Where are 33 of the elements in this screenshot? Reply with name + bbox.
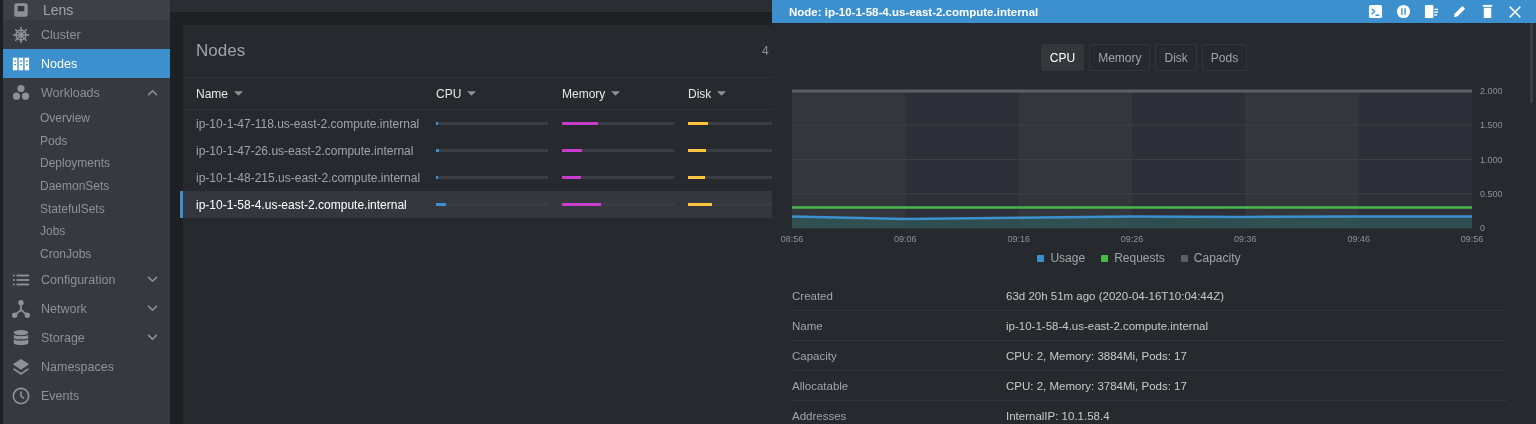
x-axis-label: 08:56 — [780, 234, 804, 244]
x-axis-label: 09:16 — [1007, 234, 1030, 244]
panel-title: Nodes — [196, 41, 247, 61]
y-axis-label: 2.000 — [1480, 86, 1503, 96]
app-logo-text: Lens — [43, 2, 74, 18]
legend-label: Usage — [1050, 251, 1086, 265]
node-name-cell-text: ip-10-1-58-4.us-east-2.compute.internal — [196, 197, 408, 212]
x-axis-label: 09:56 — [1460, 234, 1484, 244]
x-axis-label: 09:36 — [1234, 234, 1257, 244]
item-count: 4 — [762, 44, 769, 58]
detail-value: CPU: 2, Memory: 3784Mi, Pods: 17 — [1006, 379, 1187, 392]
detail-value: CPU: 2, Memory: 3884Mi, Pods: 17 — [1006, 349, 1187, 362]
x-axis-label: 09:26 — [1120, 234, 1144, 244]
detail-label: Created — [792, 289, 834, 302]
detail-value: ip-10-1-58-4.us-east-2.compute.internal — [1006, 319, 1208, 332]
detail-label: Name — [792, 319, 824, 332]
drawer-title: Node: ip-10-1-58-4.us-east-2.compute.internal — [789, 5, 1039, 18]
node-name-cell-text: ip-10-1-47-118.us-east-2.compute.internal — [196, 116, 421, 131]
y-axis-label: 0.500 — [1480, 188, 1503, 199]
x-axis-label: 09:06 — [894, 234, 917, 244]
legend-label: Requests — [1114, 251, 1165, 265]
node-name-cell-text: ip-10-1-47-26.us-east-2.compute.internal — [196, 143, 415, 158]
x-axis-label: 09:46 — [1347, 234, 1370, 244]
y-axis-label: 1.500 — [1480, 120, 1503, 131]
y-axis-label: 0 — [1480, 223, 1485, 233]
node-name-cell-text: ip-10-1-48-215.us-east-2.compute.internal — [196, 170, 422, 185]
y-axis-label: 1.000 — [1480, 154, 1503, 165]
detail-value: InternalIP: 10.1.58.4 — [1006, 409, 1110, 422]
detail-label: Addresses — [792, 409, 848, 422]
detail-label: Capacity — [792, 349, 838, 362]
detail-label: Allocatable — [792, 379, 850, 392]
legend-label: Capacity — [1193, 251, 1241, 265]
detail-value: 63d 20h 51m ago (2020-04-16T10:04:44Z) — [1006, 289, 1224, 302]
